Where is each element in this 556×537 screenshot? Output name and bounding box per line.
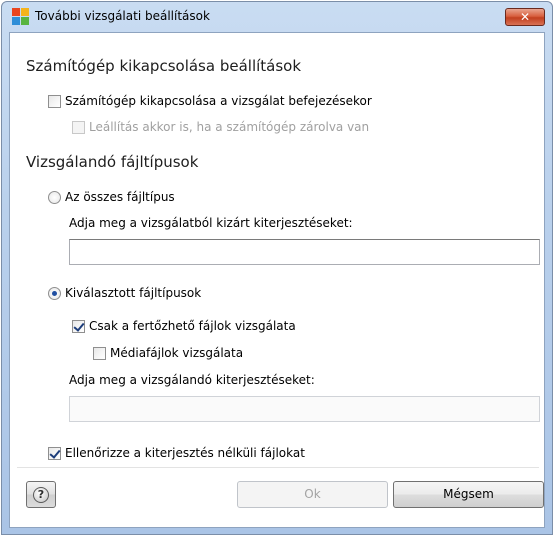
all-filetypes-radio-label: Az összes fájltípus: [65, 190, 175, 204]
avg-logo-icon: [12, 8, 29, 25]
window-title: További vizsgálati beállítások: [35, 9, 210, 23]
included-extensions-input[interactable]: [69, 396, 540, 422]
footer-divider: [17, 467, 539, 468]
excluded-extensions-input[interactable]: [69, 239, 540, 265]
help-icon: ?: [33, 487, 49, 503]
help-button[interactable]: ?: [26, 481, 56, 508]
cancel-button[interactable]: Mégsem: [393, 481, 544, 508]
media-files-checkbox-label: Médiafájlok vizsgálata: [110, 346, 244, 360]
force-shutdown-checkbox-label: Leállítás akkor is, ha a számítógép záro…: [89, 120, 370, 134]
title-bar[interactable]: További vizsgálati beállítások ✕: [2, 2, 552, 32]
filetypes-section-title: Vizsgálandó fájltípusok: [26, 153, 199, 171]
shutdown-section-title: Számítógép kikapcsolása beállítások: [26, 57, 302, 75]
infectable-files-checkbox[interactable]: [72, 319, 85, 333]
dialog-content: Számítógép kikapcsolása beállítások Szám…: [9, 32, 545, 528]
infectable-files-checkbox-label: Csak a fertőzhető fájlok vizsgálata: [89, 319, 296, 333]
media-files-checkbox[interactable]: [93, 346, 106, 360]
close-button[interactable]: ✕: [505, 8, 545, 26]
excluded-extensions-label: Adja meg a vizsgálatból kizárt kiterjesz…: [69, 216, 353, 230]
infectable-files-checkbox-row[interactable]: Csak a fertőzhető fájlok vizsgálata: [72, 318, 296, 334]
shutdown-checkbox-row[interactable]: Számítógép kikapcsolása a vizsgálat befe…: [48, 93, 372, 109]
all-filetypes-radio-row[interactable]: Az összes fájltípus: [48, 189, 175, 205]
media-files-checkbox-row[interactable]: Médiafájlok vizsgálata: [93, 345, 243, 361]
force-shutdown-checkbox-row: Leállítás akkor is, ha a számítógép záro…: [72, 119, 369, 135]
selected-filetypes-radio[interactable]: [48, 286, 61, 300]
no-extension-checkbox-row[interactable]: Ellenőrizze a kiterjesztés nélküli fájlo…: [48, 445, 305, 461]
force-shutdown-checkbox: [72, 120, 85, 134]
all-filetypes-radio[interactable]: [48, 190, 61, 204]
close-icon: ✕: [519, 10, 531, 24]
ok-button[interactable]: Ok: [237, 481, 388, 508]
selected-filetypes-radio-label: Kiválasztott fájltípusok: [65, 286, 202, 300]
shutdown-checkbox[interactable]: [48, 94, 61, 108]
no-extension-checkbox-label: Ellenőrizze a kiterjesztés nélküli fájlo…: [65, 446, 305, 460]
included-extensions-label: Adja meg a vizsgálandó kiterjesztéseket:: [69, 373, 315, 387]
dialog-window: További vizsgálati beállítások ✕ Számító…: [1, 1, 553, 535]
shutdown-checkbox-label: Számítógép kikapcsolása a vizsgálat befe…: [65, 94, 372, 108]
selected-filetypes-radio-row[interactable]: Kiválasztott fájltípusok: [48, 285, 201, 301]
no-extension-checkbox[interactable]: [48, 446, 61, 460]
